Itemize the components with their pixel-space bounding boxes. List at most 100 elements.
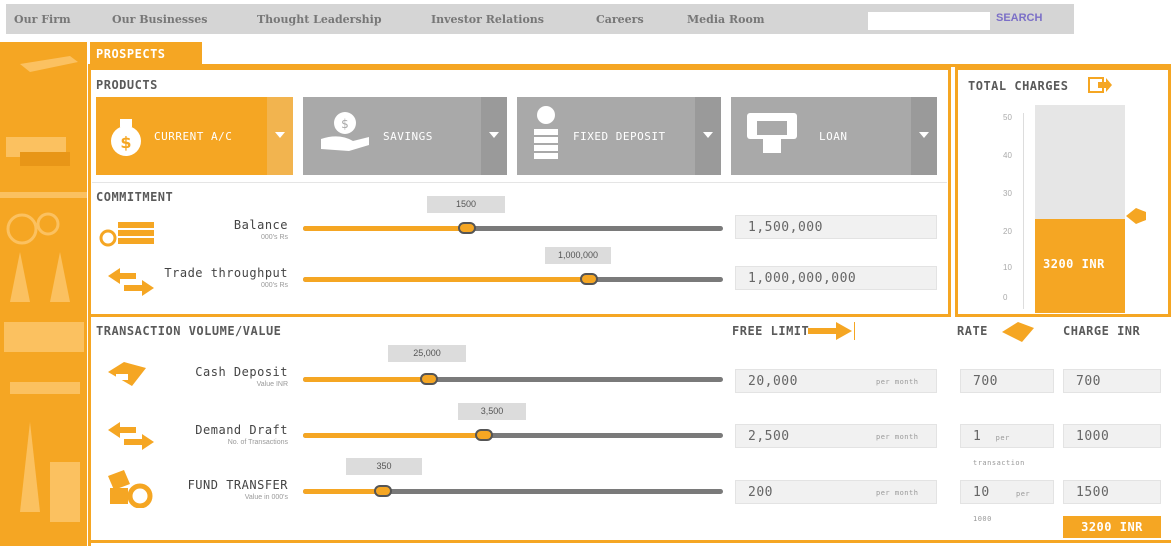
transactions-left-border: [88, 317, 91, 546]
product-loan[interactable]: LOAN: [731, 97, 937, 175]
product-current-account[interactable]: $ CURRENT A/C: [96, 97, 293, 175]
free-limit-label: FREE LIMIT: [732, 324, 810, 338]
gauge-scale: 50 40 30 20 10 0: [999, 113, 1024, 309]
product-label: LOAN: [819, 130, 848, 143]
cash-deposit-label: Cash Deposit: [195, 365, 288, 379]
fund-transfer-slider[interactable]: [303, 485, 723, 497]
cash-deposit-sublabel: Value INR: [256, 381, 288, 388]
free-limit-value: 2,500: [748, 429, 790, 444]
gauge-tick: 50: [1003, 113, 1012, 122]
demand-draft-sublabel: No. of Transactions: [227, 439, 288, 446]
product-dropdown[interactable]: [481, 97, 507, 175]
product-label: CURRENT A/C: [154, 130, 233, 143]
gauge-tick: 10: [1003, 263, 1012, 272]
trade-throughput-slider-bubble: 1,000,000: [545, 247, 611, 264]
cash-hand-icon: [1002, 322, 1034, 342]
slider-handle[interactable]: [420, 373, 438, 385]
fund-transfer-free-limit[interactable]: 200 per month: [735, 480, 937, 504]
product-fixed-deposit[interactable]: FIXED DEPOSIT: [517, 97, 721, 175]
search-input[interactable]: [868, 12, 990, 30]
product-dropdown[interactable]: [267, 97, 293, 175]
nav-our-businesses[interactable]: Our Businesses: [112, 13, 207, 26]
product-dropdown[interactable]: [911, 97, 937, 175]
product-dropdown[interactable]: [695, 97, 721, 175]
gauge-tick: 20: [1003, 227, 1012, 236]
slider-fill: [303, 226, 467, 231]
nav-thought-leadership[interactable]: Thought Leadership: [257, 13, 382, 26]
top-navigation: Our Firm Our Businesses Thought Leadersh…: [6, 4, 1074, 34]
free-limit-value: 20,000: [748, 374, 798, 389]
nav-careers[interactable]: Careers: [596, 13, 644, 26]
rate-value: 700: [973, 374, 998, 389]
nav-media-room[interactable]: Media Room: [687, 13, 764, 26]
products-title: PRODUCTS: [96, 78, 158, 92]
free-limit-value: 200: [748, 485, 773, 500]
slider-fill: [303, 377, 429, 382]
trade-throughput-label: Trade throughput: [164, 266, 288, 280]
demand-draft-slider[interactable]: [303, 429, 723, 441]
per-month-label: per month: [876, 489, 919, 497]
nav-investor-relations[interactable]: Investor Relations: [431, 13, 544, 26]
gauge-tick: 30: [1003, 189, 1012, 198]
total-charges-value: 3200 INR: [1043, 257, 1105, 271]
svg-text:$: $: [120, 133, 131, 152]
export-icon[interactable]: [1088, 76, 1112, 94]
slider-handle[interactable]: [474, 429, 493, 441]
nav-our-firm[interactable]: Our Firm: [14, 13, 71, 26]
atm-icon: [747, 113, 797, 153]
demand-draft-slider-bubble: 3,500: [458, 403, 526, 420]
fund-transfer-label: FUND TRANSFER: [187, 478, 288, 492]
fund-transfer-charge: 1500: [1063, 480, 1161, 504]
per-month-label: per month: [876, 433, 919, 441]
slider-handle[interactable]: [457, 222, 476, 234]
trade-throughput-slider[interactable]: [303, 273, 723, 285]
charge-inr-label: CHARGE INR: [1063, 324, 1141, 338]
slider-handle[interactable]: [373, 485, 392, 497]
hand-coin-icon: $: [321, 112, 369, 151]
bottom-border: [88, 540, 1171, 543]
rate-unit: per transaction: [973, 434, 1025, 467]
cash-deposit-rate[interactable]: 700: [960, 369, 1054, 393]
trade-throughput-sublabel: 000's Rs: [260, 282, 288, 289]
gauge-tick: 40: [1003, 151, 1012, 160]
chevron-down-icon: [703, 132, 713, 138]
cash-deposit-free-limit[interactable]: 20,000 per month: [735, 369, 937, 393]
arrow-right-icon: [808, 322, 855, 340]
balance-slider[interactable]: [303, 222, 723, 234]
trade-throughput-value[interactable]: 1,000,000,000: [735, 266, 937, 290]
gauge-pointer-icon: [1126, 208, 1146, 224]
total-charges-gauge: 3200 INR 50 40 30 20 10 0: [985, 105, 1125, 313]
balance-label: Balance: [233, 218, 288, 232]
slider-fill: [303, 489, 383, 494]
divider: [92, 182, 947, 183]
cash-deposit-slider[interactable]: [303, 373, 723, 385]
slider-fill: [303, 433, 484, 438]
balance-sublabel: 000's Rs: [260, 234, 288, 241]
gauge-tick: 0: [1003, 293, 1008, 302]
demand-draft-free-limit[interactable]: 2,500 per month: [735, 424, 937, 448]
money-bag-icon: $: [111, 119, 141, 156]
fund-transfer-slider-bubble: 350: [346, 458, 422, 475]
demand-draft-rate[interactable]: 1 per transaction: [960, 424, 1054, 467]
svg-text:$: $: [341, 117, 349, 131]
product-label: SAVINGS: [383, 130, 433, 143]
slider-fill: [303, 277, 589, 282]
fund-transfer-rate[interactable]: 10 per 1000: [960, 480, 1054, 523]
balance-value[interactable]: 1,500,000: [735, 215, 937, 239]
per-month-label: per month: [876, 378, 919, 386]
search-button[interactable]: SEARCH: [996, 12, 1042, 24]
commitment-title: COMMITMENT: [96, 190, 174, 204]
coin-stack-icon: [534, 106, 558, 159]
rate-value: 1: [973, 429, 982, 444]
fund-transfer-icon: [108, 470, 153, 508]
fund-transfer-sublabel: Value in 000's: [244, 494, 288, 501]
rate-label: RATE: [957, 324, 988, 338]
cash-stack-icon: [99, 222, 154, 247]
product-label: FIXED DEPOSIT: [573, 130, 666, 143]
tab-prospects[interactable]: PROSPECTS: [90, 42, 202, 66]
transactions-total: 3200 INR: [1063, 516, 1161, 538]
chevron-down-icon: [919, 132, 929, 138]
total-charges-title: TOTAL CHARGES: [968, 79, 1069, 93]
slider-handle[interactable]: [579, 273, 598, 285]
product-savings[interactable]: $ SAVINGS: [303, 97, 507, 175]
